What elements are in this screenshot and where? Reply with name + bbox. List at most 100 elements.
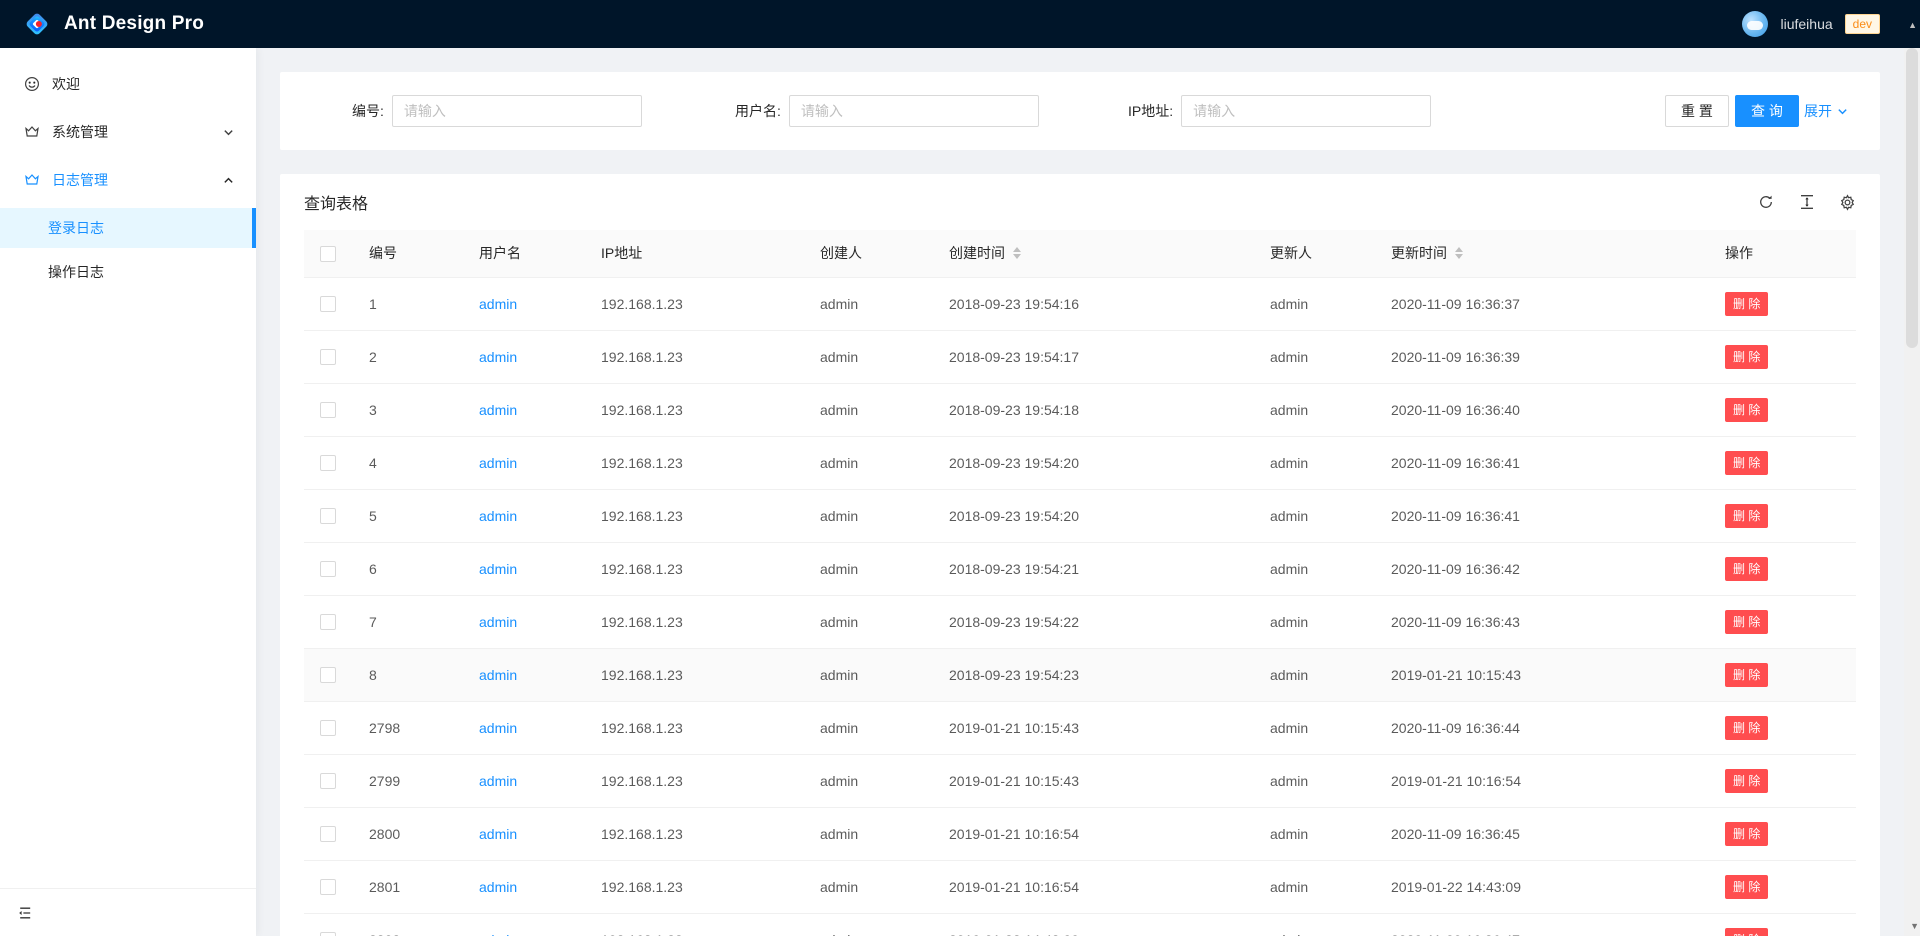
- table-toolbar: [1757, 194, 1856, 211]
- user-avatar[interactable]: [1742, 11, 1768, 37]
- row-ip-cell: 192.168.1.23: [585, 913, 804, 936]
- reset-button[interactable]: 重 置: [1665, 95, 1729, 127]
- user-name[interactable]: liufeihua: [1780, 16, 1832, 32]
- density-icon[interactable]: [1798, 194, 1815, 211]
- header-cell-created-time[interactable]: 创建时间: [933, 230, 1254, 277]
- row-actions-cell: 删 除: [1709, 860, 1856, 913]
- row-ip-cell: 192.168.1.23: [585, 860, 804, 913]
- header-cell-updater: 更新人: [1254, 230, 1375, 277]
- sidebar-item-label: 日志管理: [52, 170, 108, 190]
- delete-button[interactable]: 删 除: [1725, 398, 1768, 422]
- row-creator-cell: admin: [804, 860, 933, 913]
- select-all-checkbox[interactable]: [320, 246, 336, 262]
- row-checkbox[interactable]: [320, 614, 336, 630]
- delete-button[interactable]: 删 除: [1725, 504, 1768, 528]
- sidebar-item-label: 欢迎: [52, 74, 80, 94]
- row-created-cell: 2018-09-23 19:54:23: [933, 648, 1254, 701]
- row-checkbox[interactable]: [320, 826, 336, 842]
- row-username-cell: admin: [463, 383, 585, 436]
- app-logo[interactable]: Ant Design Pro: [0, 9, 204, 39]
- id-field[interactable]: [392, 95, 642, 127]
- username-link[interactable]: admin: [479, 508, 517, 524]
- sidebar-item-log-management[interactable]: 日志管理: [0, 160, 256, 200]
- delete-button[interactable]: 删 除: [1725, 345, 1768, 369]
- username-link[interactable]: admin: [479, 826, 517, 842]
- sidebar-item-welcome[interactable]: 欢迎: [0, 64, 256, 104]
- id-field-label: 编号:: [352, 101, 384, 121]
- row-updated-cell: 2020-11-09 16:36:47: [1375, 913, 1709, 936]
- username-link[interactable]: admin: [479, 614, 517, 630]
- delete-button[interactable]: 删 除: [1725, 928, 1768, 936]
- row-checkbox[interactable]: [320, 455, 336, 471]
- delete-button[interactable]: 删 除: [1725, 822, 1768, 846]
- row-checkbox[interactable]: [320, 773, 336, 789]
- row-checkbox[interactable]: [320, 296, 336, 312]
- chevron-up-icon: [223, 175, 234, 186]
- row-ip-cell: 192.168.1.23: [585, 330, 804, 383]
- row-created-cell: 2018-09-23 19:54:20: [933, 436, 1254, 489]
- username-link[interactable]: admin: [479, 720, 517, 736]
- header-cell-username: 用户名: [463, 230, 585, 277]
- username-link[interactable]: admin: [479, 932, 517, 936]
- row-username-cell: admin: [463, 701, 585, 754]
- row-ip-cell: 192.168.1.23: [585, 542, 804, 595]
- row-checkbox[interactable]: [320, 932, 336, 936]
- row-username-cell: admin: [463, 277, 585, 330]
- row-updater-cell: admin: [1254, 542, 1375, 595]
- row-checkbox[interactable]: [320, 879, 336, 895]
- query-button[interactable]: 查 询: [1735, 95, 1799, 127]
- delete-button[interactable]: 删 除: [1725, 716, 1768, 740]
- scrollbar-thumb[interactable]: [1906, 48, 1918, 348]
- sort-carets-icon[interactable]: [1013, 247, 1021, 259]
- row-checkbox[interactable]: [320, 402, 336, 418]
- row-select-cell: [304, 383, 353, 436]
- row-id-cell: 8: [353, 648, 463, 701]
- row-checkbox[interactable]: [320, 667, 336, 683]
- row-select-cell: [304, 542, 353, 595]
- row-checkbox[interactable]: [320, 720, 336, 736]
- header-cell-updated-time[interactable]: 更新时间: [1375, 230, 1709, 277]
- reload-icon[interactable]: [1757, 194, 1774, 211]
- username-link[interactable]: admin: [479, 402, 517, 418]
- delete-button[interactable]: 删 除: [1725, 610, 1768, 634]
- sort-carets-icon[interactable]: [1455, 247, 1463, 259]
- table-header-row: 编号 用户名 IP地址 创建人 创建时间 更新人 更新时间 操作: [304, 230, 1856, 277]
- menu-fold-icon[interactable]: [17, 905, 33, 921]
- row-created-cell: 2019-01-21 10:15:43: [933, 754, 1254, 807]
- row-creator-cell: admin: [804, 383, 933, 436]
- delete-button[interactable]: 删 除: [1725, 875, 1768, 899]
- delete-button[interactable]: 删 除: [1725, 769, 1768, 793]
- expand-link[interactable]: 展开: [1804, 101, 1848, 121]
- delete-button[interactable]: 删 除: [1725, 663, 1768, 687]
- vertical-scrollbar[interactable]: [1904, 48, 1920, 936]
- ip-field[interactable]: [1181, 95, 1431, 127]
- row-id-cell: 7: [353, 595, 463, 648]
- delete-button[interactable]: 删 除: [1725, 451, 1768, 475]
- row-checkbox[interactable]: [320, 561, 336, 577]
- row-id-cell: 6: [353, 542, 463, 595]
- header-cell-actions: 操作: [1709, 230, 1856, 277]
- row-checkbox[interactable]: [320, 349, 336, 365]
- query-table-card: 查询表格: [280, 174, 1880, 936]
- settings-gear-icon[interactable]: [1839, 194, 1856, 211]
- sidebar-item-system-management[interactable]: 系统管理: [0, 112, 256, 152]
- username-link[interactable]: admin: [479, 296, 517, 312]
- sidebar-item-login-log[interactable]: 登录日志: [0, 208, 256, 248]
- username-link[interactable]: admin: [479, 879, 517, 895]
- username-link[interactable]: admin: [479, 667, 517, 683]
- row-id-cell: 5: [353, 489, 463, 542]
- username-link[interactable]: admin: [479, 349, 517, 365]
- username-link[interactable]: admin: [479, 455, 517, 471]
- username-field[interactable]: [789, 95, 1039, 127]
- sidebar-item-operation-log[interactable]: 操作日志: [0, 252, 256, 292]
- row-updater-cell: admin: [1254, 436, 1375, 489]
- delete-button[interactable]: 删 除: [1725, 557, 1768, 581]
- delete-button[interactable]: 删 除: [1725, 292, 1768, 316]
- username-link[interactable]: admin: [479, 561, 517, 577]
- row-updated-cell: 2019-01-22 14:43:09: [1375, 860, 1709, 913]
- row-checkbox[interactable]: [320, 508, 336, 524]
- scrollbar-down-arrow[interactable]: ▼: [1910, 921, 1919, 931]
- username-link[interactable]: admin: [479, 773, 517, 789]
- scrollbar-up-arrow[interactable]: ▲: [1908, 20, 1917, 30]
- row-id-cell: 2801: [353, 860, 463, 913]
